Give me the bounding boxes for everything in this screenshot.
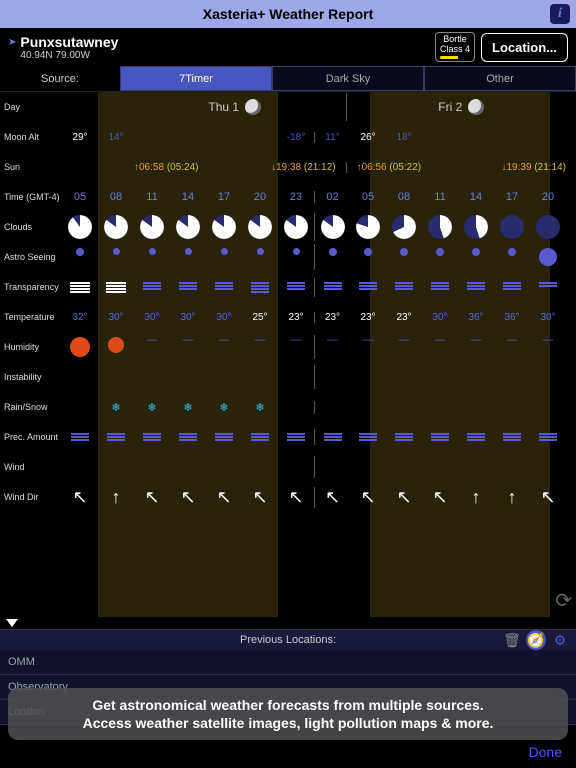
forecast-grid[interactable]: Day Thu 1 Fri 2 Moon Alt 29°14°-18° 11°2… (0, 92, 576, 617)
gear-icon[interactable]: ⚙ (550, 630, 570, 650)
titlebar: Xasteria+ Weather Report i (0, 0, 576, 28)
bortle-badge[interactable]: Bortle Class 4 (435, 32, 475, 63)
sun-day1: ↑06:58 (05:24)↓19:38 (21:12) (124, 162, 346, 173)
row-temp: Temperature (0, 312, 62, 322)
row-winddir: Wind Dir (0, 492, 62, 502)
row-sun: Sun (0, 162, 62, 172)
tab-darksky[interactable]: Dark Sky (272, 66, 424, 91)
info-button[interactable]: i (550, 4, 570, 24)
collapse-icon[interactable] (6, 619, 18, 627)
moon-icon (468, 99, 484, 115)
row-clouds: Clouds (0, 222, 62, 232)
globe-icon[interactable]: 🧭 (526, 630, 546, 650)
refresh-icon[interactable]: ⟳ (555, 588, 572, 613)
temp-cells: 32°30°30°30°30°25°23° 23°23°23°30°36°36°… (62, 312, 576, 323)
location-name: Punxsutawney (20, 34, 118, 50)
row-instability: Instability (0, 372, 62, 382)
row-wind: Wind (0, 462, 62, 472)
location-header: ➤ Punxsutawney 40.94N 79.00W Bortle Clas… (0, 28, 576, 66)
day-header-2: Fri 2 (346, 93, 576, 121)
source-tabs: Source: 7Timer Dark Sky Other (0, 66, 576, 92)
prev-loc-title: Previous Locations: (240, 634, 336, 646)
location-button[interactable]: Location... (481, 33, 568, 62)
row-time: Time (GMT-4) (0, 192, 62, 202)
row-seeing: Astro Seeing (0, 252, 62, 262)
moonalt-cells: 29°14°-18° 11°26°18° (62, 132, 576, 143)
row-transparency: Transparency (0, 282, 62, 292)
location-coords: 40.94N 79.00W (20, 50, 118, 61)
done-button[interactable]: Done (529, 744, 562, 760)
time-cells: 05081114172023 02050811141720 (62, 191, 576, 203)
source-label: Source: (0, 66, 120, 91)
tab-7timer[interactable]: 7Timer (120, 66, 272, 91)
row-moonalt: Moon Alt (0, 132, 62, 142)
trans-cells (62, 278, 576, 297)
sun-day2: ↑06:56 (05:22)↓19:39 (21:14) (346, 162, 576, 173)
rain-cells: ❄❄❄❄❄ (62, 401, 576, 414)
row-rain: Rain/Snow (0, 402, 62, 412)
day-header-1: Thu 1 (124, 93, 346, 121)
row-humidity: Humidity (0, 342, 62, 352)
promo-caption: Get astronomical weather forecasts from … (8, 688, 568, 740)
cloud-cells (62, 213, 576, 241)
hum-cells: ————— ——————— (62, 335, 576, 359)
prec-cells (62, 429, 576, 445)
winddir-cells: ↖↑↖↖↖↖↖ ↖↖↖↖↑↑↖ (62, 487, 576, 508)
trash-icon[interactable]: 🗑 (502, 630, 522, 650)
tab-other[interactable]: Other (424, 66, 576, 91)
prev-item[interactable]: OMM (0, 650, 576, 675)
row-day: Day (0, 102, 62, 112)
moon-icon (245, 99, 261, 115)
seeing-cells (62, 244, 576, 270)
location-arrow-icon: ➤ (8, 37, 16, 48)
row-prec: Prec. Amount (0, 432, 62, 442)
app-title: Xasteria+ Weather Report (203, 6, 374, 22)
